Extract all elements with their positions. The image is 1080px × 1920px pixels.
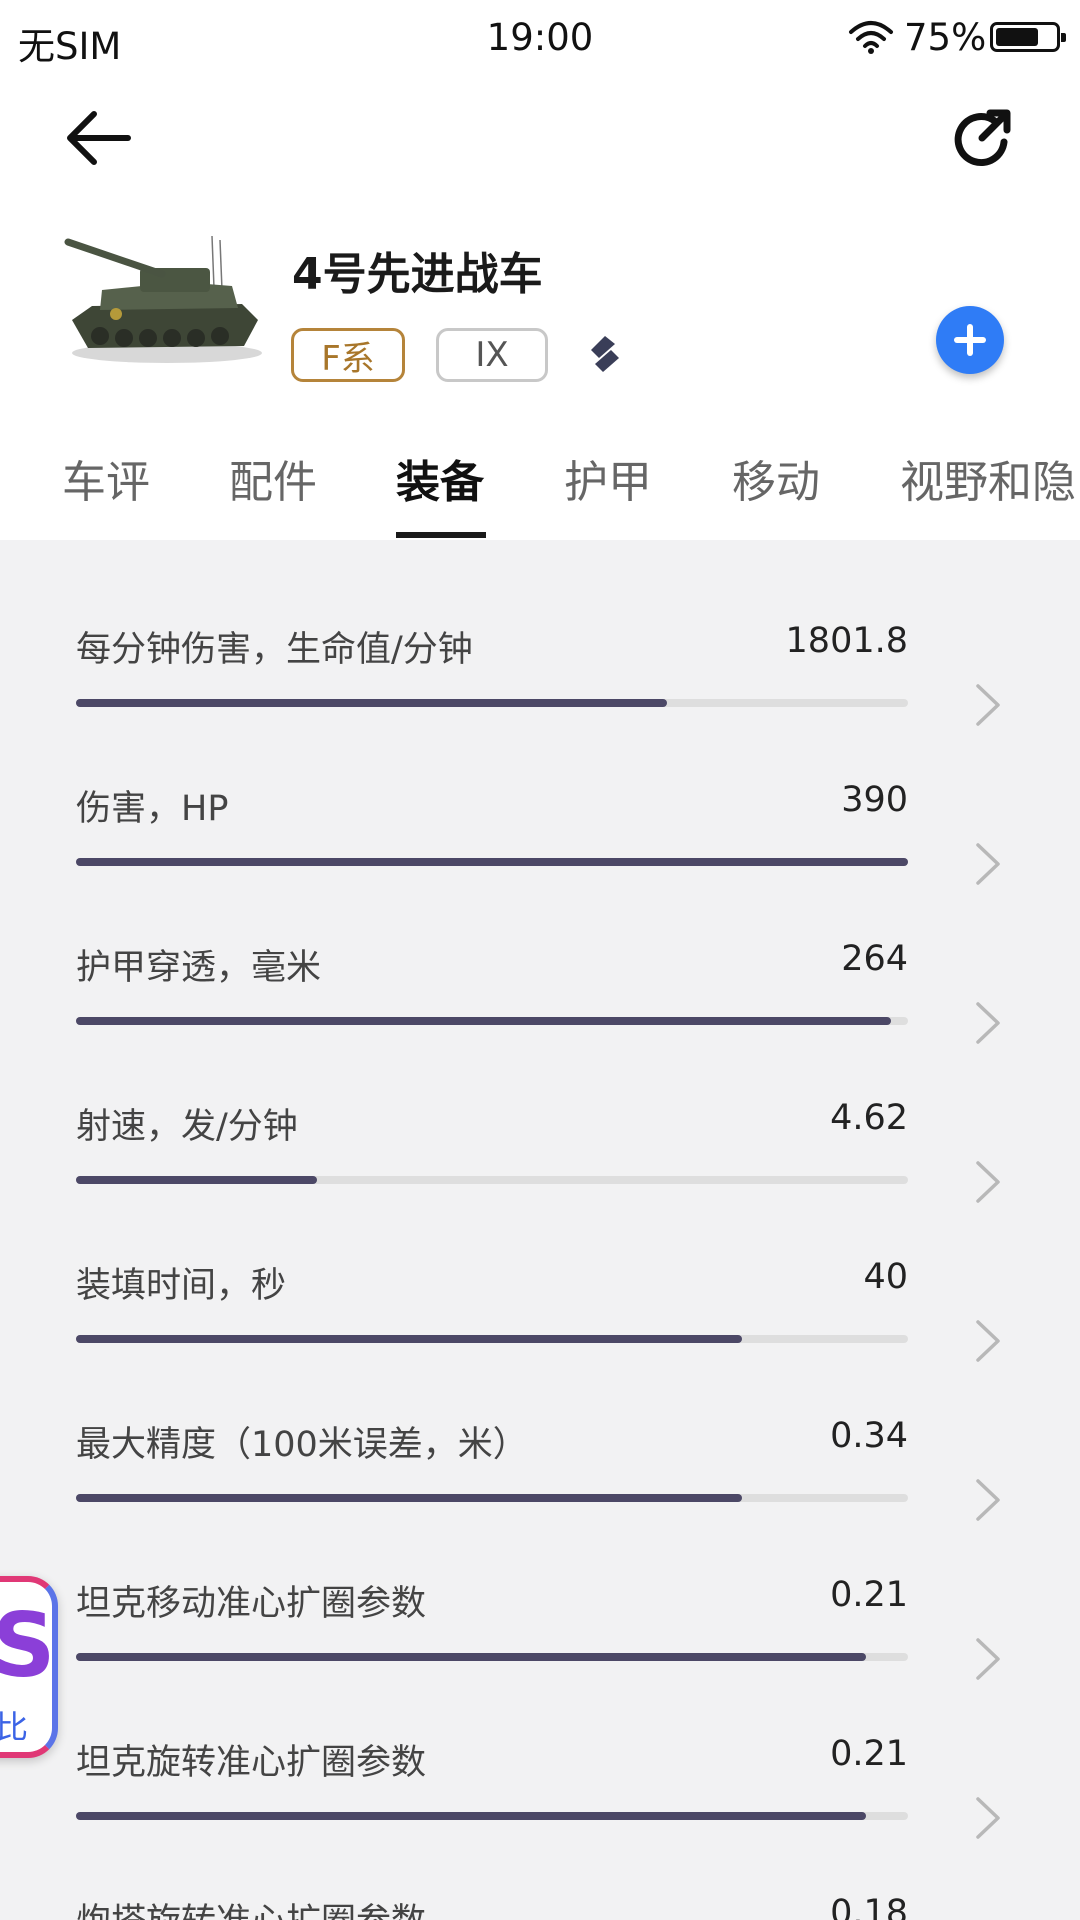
chevron-right-icon — [976, 1797, 1000, 1839]
chevron-right-icon — [976, 1002, 1000, 1044]
widget-label: 比 — [0, 1702, 28, 1748]
tab-armor[interactable]: 护甲 — [564, 446, 652, 510]
chevron-right-icon — [976, 1320, 1000, 1362]
tab-review[interactable]: 车评 — [62, 446, 150, 510]
nation-badge: F系 — [291, 328, 405, 382]
stat-row[interactable]: 坦克旋转准心扩圈参数 0.21 — [0, 1688, 1080, 1847]
stat-bar-fill — [76, 1017, 892, 1025]
add-compare-button[interactable] — [936, 306, 1004, 374]
stat-label: 装填时间，秒 — [76, 1266, 287, 1306]
stat-row[interactable]: 伤害，HP 390 — [0, 734, 1080, 893]
stat-bar-track — [76, 858, 908, 866]
stat-bar-fill — [76, 858, 908, 866]
tier-badge: IX — [436, 328, 548, 382]
stat-label: 每分钟伤害，生命值/分钟 — [76, 630, 473, 670]
stat-bar-track — [76, 1653, 908, 1661]
stat-label: 射速，发/分钟 — [76, 1107, 298, 1147]
stat-bar-track — [76, 1812, 908, 1820]
floating-compare-widget[interactable]: S 比 — [0, 1576, 58, 1758]
vehicle-name: 4号先进战车 — [292, 249, 543, 300]
stat-bar-track — [76, 1494, 908, 1502]
stat-row[interactable]: 射速，发/分钟 4.62 — [0, 1052, 1080, 1211]
battery-icon — [990, 22, 1066, 52]
stat-bar-fill — [76, 699, 667, 707]
tab-vision[interactable]: 视野和隐 — [900, 446, 1076, 510]
stat-label: 护甲穿透，毫米 — [76, 948, 322, 988]
stat-row[interactable]: 护甲穿透，毫米 264 — [0, 893, 1080, 1052]
vehicle-class-icon — [591, 336, 619, 372]
stat-bar-fill — [76, 1494, 742, 1502]
tab-bar: 车评 配件 装备 护甲 移动 视野和隐 — [0, 440, 1080, 540]
stat-bar-fill — [76, 1176, 318, 1184]
active-tab-indicator — [396, 532, 486, 538]
stat-row[interactable]: 最大精度（100米误差，米） 0.34 — [0, 1370, 1080, 1529]
chevron-right-icon — [976, 1638, 1000, 1680]
stat-label: 伤害，HP — [76, 789, 229, 829]
chevron-right-icon — [976, 1161, 1000, 1203]
wifi-icon — [849, 21, 893, 54]
stat-bar-fill — [76, 1812, 867, 1820]
stat-label: 最大精度（100米误差，米） — [76, 1425, 528, 1465]
stat-label: 坦克旋转准心扩圈参数 — [76, 1743, 427, 1783]
stat-bar-track — [76, 1176, 908, 1184]
stat-value: 0.21 — [830, 1734, 908, 1774]
stat-row[interactable]: 每分钟伤害，生命值/分钟 1801.8 — [0, 575, 1080, 734]
stat-value: 390 — [841, 780, 908, 820]
tab-parts[interactable]: 配件 — [229, 446, 317, 510]
chevron-right-icon — [976, 684, 1000, 726]
battery-fill — [996, 28, 1038, 46]
stat-row[interactable]: 坦克移动准心扩圈参数 0.21 — [0, 1529, 1080, 1688]
stat-row[interactable]: 炮塔旋转准心扩圈参数 0.18 — [0, 1847, 1080, 1920]
widget-logo: S — [0, 1602, 52, 1690]
tank-image — [64, 235, 262, 363]
tab-equipment[interactable]: 装备 — [396, 446, 484, 510]
stat-label: 炮塔旋转准心扩圈参数 — [76, 1893, 426, 1920]
tab-mobility[interactable]: 移动 — [732, 446, 820, 510]
stat-bar-fill — [76, 1335, 742, 1343]
stat-value: 264 — [841, 939, 908, 979]
stat-value: 0.18 — [830, 1893, 908, 1920]
stat-value: 40 — [863, 1257, 908, 1297]
stat-value: 1801.8 — [785, 621, 908, 661]
share-icon[interactable] — [952, 108, 1012, 168]
stat-bar-fill — [76, 1653, 867, 1661]
stat-value: 0.21 — [830, 1575, 908, 1615]
stat-bar-track — [76, 1335, 908, 1343]
stat-value: 0.34 — [830, 1416, 908, 1456]
battery-percent: 75% — [904, 16, 987, 59]
stat-value: 4.62 — [830, 1098, 908, 1138]
back-arrow-icon[interactable] — [64, 110, 132, 166]
status-bar: 无SIM 19:00 75% — [0, 0, 1080, 76]
stat-bar-track — [76, 699, 908, 707]
stat-label: 坦克移动准心扩圈参数 — [76, 1584, 427, 1624]
stat-bar-track — [76, 1017, 908, 1025]
chevron-right-icon — [976, 843, 1000, 885]
chevron-right-icon — [976, 1479, 1000, 1521]
stat-row[interactable]: 装填时间，秒 40 — [0, 1211, 1080, 1370]
